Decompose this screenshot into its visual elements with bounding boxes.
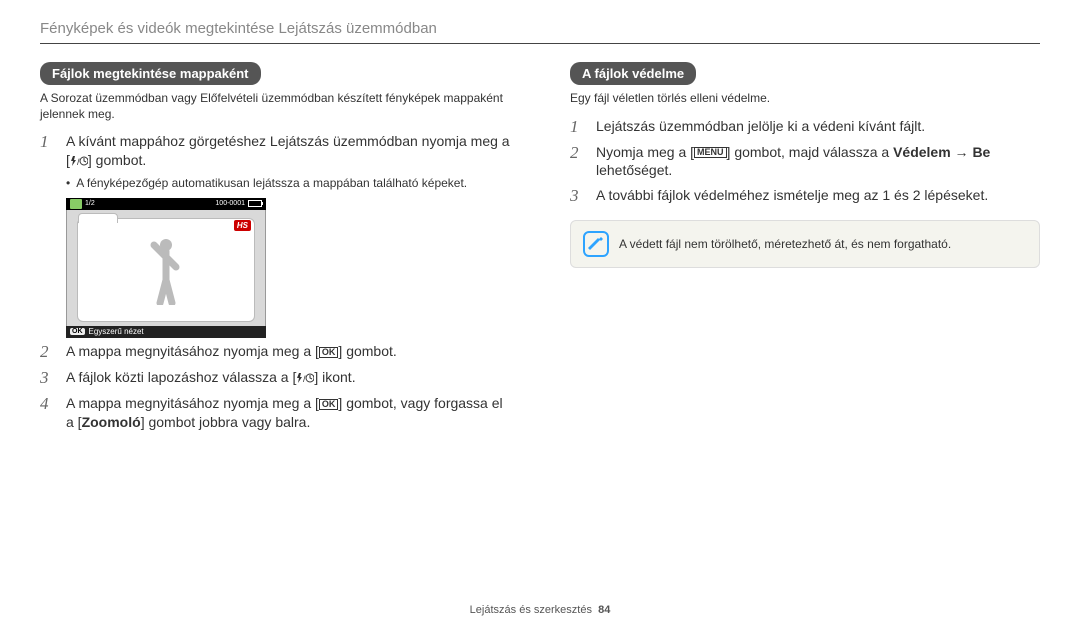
step-3-right: 3 A további fájlok védelméhez ismételje … [570, 186, 1040, 206]
flash-timer-icon: / [70, 155, 88, 167]
step-number: 2 [40, 342, 56, 362]
section-pill-folder-view: Fájlok megtekintése mappaként [40, 62, 261, 85]
screenshot-bottom-bar: OK Egyszerű nézet [66, 326, 266, 338]
step-4: 4 A mappa megnyitásához nyomja meg a [OK… [40, 394, 510, 432]
folder-icon [70, 199, 82, 209]
step4-c: ] gombot jobbra vagy balra. [141, 414, 311, 430]
step-number: 1 [40, 132, 56, 170]
note-icon [583, 231, 609, 257]
step4-bold: Zoomoló [82, 414, 141, 430]
folder-tab [78, 213, 118, 223]
r-step2-a: Nyomja meg a [ [596, 144, 694, 160]
content-columns: Fájlok megtekintése mappaként A Sorozat … [40, 62, 1040, 438]
step-1-right: 1 Lejátszás üzemmódban jelölje ki a véde… [570, 117, 1040, 137]
step1-part-b: ] gombot. [88, 152, 146, 168]
footer-page-number: 84 [598, 604, 610, 616]
step2-b: ] gombot. [338, 343, 396, 359]
step-number: 3 [40, 368, 56, 388]
section-desc: Egy fájl véletlen törlés elleni védelme. [570, 91, 1040, 107]
ok-chip: OK [70, 328, 85, 335]
left-column: Fájlok megtekintése mappaként A Sorozat … [40, 62, 510, 438]
step4-a: A mappa megnyitásához nyomja meg a [ [66, 395, 319, 411]
bullet-row: • A fényképezőgép automatikusan lejátssz… [66, 176, 510, 190]
r-step2-b: ] gombot, majd válassza a [727, 144, 894, 160]
screenshot-counter: 1/2 [85, 200, 95, 207]
right-column: A fájlok védelme Egy fájl véletlen törlé… [570, 62, 1040, 438]
step-text: Nyomja meg a [MENU] gombot, majd válassz… [596, 143, 1040, 181]
camera-screenshot: 1/2 100-0001 HS [66, 198, 266, 338]
step-number: 2 [570, 143, 586, 181]
battery-icon [248, 200, 262, 207]
section-pill-protect: A fájlok védelme [570, 62, 696, 85]
note-box: A védett fájl nem törölhető, méretezhető… [570, 220, 1040, 268]
folder-graphic [77, 218, 255, 322]
r-step2-bold: Védelem → Be [893, 144, 990, 160]
svg-text:/: / [77, 157, 80, 167]
bullet-dot: • [66, 176, 70, 190]
note-text: A védett fájl nem törölhető, méretezhető… [619, 237, 951, 251]
menu-button-icon: MENU [694, 147, 727, 158]
step-text: A mappa megnyitásához nyomja meg a [OK] … [66, 342, 397, 362]
section-desc: A Sorozat üzemmódban vagy Előfelvételi ü… [40, 91, 510, 122]
step-text: Lejátszás üzemmódban jelölje ki a védeni… [596, 117, 925, 137]
footer-label: Lejátszás és szerkesztés [470, 604, 592, 616]
hs-badge: HS [234, 220, 251, 231]
person-silhouette-icon [146, 235, 186, 305]
ok-button-icon: OK [319, 347, 339, 358]
ok-button-icon: OK [319, 399, 339, 410]
step-number: 3 [570, 186, 586, 206]
step-text: A további fájlok védelméhez ismételje me… [596, 186, 988, 206]
screenshot-fileno: 100-0001 [215, 200, 245, 207]
step-text: A kívánt mappához görgetéshez Lejátszás … [66, 132, 510, 170]
divider [40, 43, 1040, 44]
page-footer: Lejátszás és szerkesztés 84 [0, 604, 1080, 616]
step-number: 4 [40, 394, 56, 432]
step3-a: A fájlok közti lapozáshoz válassza a [ [66, 369, 296, 385]
page-header: Fényképek és videók megtekintése Lejátsz… [40, 20, 1040, 37]
screenshot-top-bar: 1/2 100-0001 [66, 198, 266, 210]
step-number: 1 [570, 117, 586, 137]
step-text: A mappa megnyitásához nyomja meg a [OK ] … [66, 394, 510, 432]
r-step2-c: lehetőséget. [596, 162, 672, 178]
flash-timer-icon: / [296, 372, 314, 384]
screenshot-body: HS [66, 210, 266, 326]
step-2: 2 A mappa megnyitásához nyomja meg a [OK… [40, 342, 510, 362]
bullet-text: A fényképezőgép automatikusan lejátssza … [76, 176, 467, 190]
svg-text:/: / [303, 374, 306, 384]
step3-b: ] ikont. [314, 369, 355, 385]
step-1: 1 A kívánt mappához görgetéshez Lejátszá… [40, 132, 510, 170]
screenshot-label: Egyszerű nézet [89, 327, 144, 336]
step-2-right: 2 Nyomja meg a [MENU] gombot, majd válas… [570, 143, 1040, 181]
step-text: A fájlok közti lapozáshoz válassza a [ /]… [66, 368, 356, 388]
step-3: 3 A fájlok közti lapozáshoz válassza a [… [40, 368, 510, 388]
step2-a: A mappa megnyitásához nyomja meg a [ [66, 343, 319, 359]
